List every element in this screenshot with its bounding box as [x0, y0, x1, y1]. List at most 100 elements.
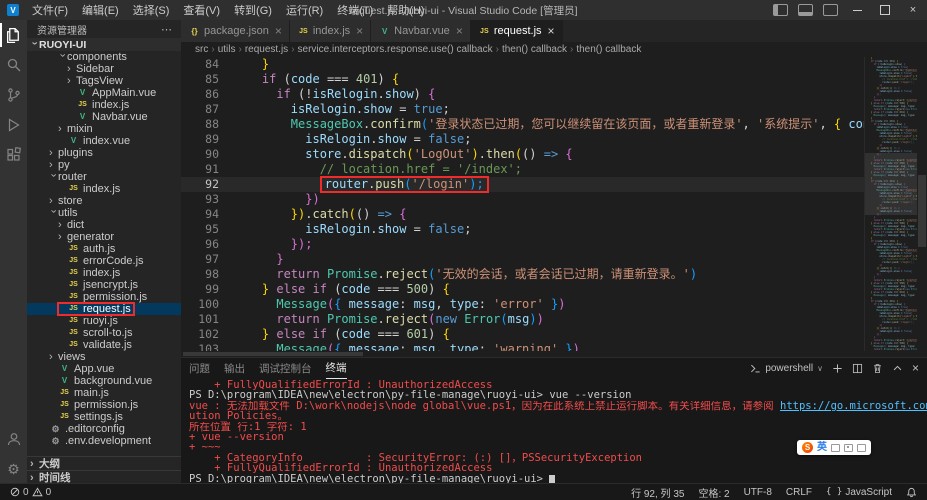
tree-item-dict[interactable]: › dict: [27, 219, 181, 231]
minimize-button[interactable]: [843, 0, 871, 20]
tree-item-validate-js[interactable]: JS validate.js: [27, 339, 181, 351]
code-line-88[interactable]: 88 MessageBox.confirm('登录状态已过期，您可以继续留在该页…: [181, 117, 865, 132]
terminal-output[interactable]: + FullyQualifiedErrorId : UnauthorizedAc…: [181, 378, 927, 484]
tab-index-js[interactable]: JS index.js ×: [289, 20, 372, 42]
tree-item-main-js[interactable]: JS main.js: [27, 387, 181, 399]
breadcrumb-item[interactable]: request.js: [245, 44, 288, 55]
maximize-button[interactable]: [871, 0, 899, 20]
tree-item-mixin[interactable]: › mixin: [27, 123, 181, 135]
breadcrumb-item[interactable]: service.interceptors.response.use() call…: [298, 44, 493, 55]
code-line-87[interactable]: 87 isRelogin.show = true;: [181, 102, 865, 117]
tree-item-jsencrypt-js[interactable]: JS jsencrypt.js: [27, 279, 181, 291]
horizontal-scrollbar[interactable]: [181, 351, 865, 357]
ime-toolbar[interactable]: S 英: [797, 440, 871, 455]
ime-keyboard-icon[interactable]: [831, 443, 840, 452]
menu-help[interactable]: 帮助(H): [380, 0, 431, 20]
tree-item-ruoyi-js[interactable]: JS ruoyi.js: [27, 315, 181, 327]
ime-tool-icon[interactable]: [844, 443, 853, 452]
tree-item-editorconfig[interactable]: ⚙ .editorconfig: [27, 423, 181, 435]
tree-item-errorcode-js[interactable]: JS errorCode.js: [27, 255, 181, 267]
code-line-86[interactable]: 86 if (!isRelogin.show) {: [181, 87, 865, 102]
tree-item-app-vue[interactable]: V App.vue: [27, 363, 181, 375]
customize-layout-icon[interactable]: [823, 4, 838, 16]
ime-logo-icon[interactable]: S: [802, 442, 813, 453]
eol-indicator[interactable]: CRLF: [786, 487, 812, 498]
encoding-indicator[interactable]: UTF-8: [744, 487, 772, 498]
tree-item-py[interactable]: › py: [27, 159, 181, 171]
tree-item-permission-js[interactable]: JS permission.js: [27, 291, 181, 303]
close-button[interactable]: ×: [899, 0, 927, 20]
menu-selection[interactable]: 选择(S): [126, 0, 177, 20]
tab-navbar-vue[interactable]: V Navbar.vue ×: [371, 20, 471, 42]
tab-request-js[interactable]: JS request.js ×: [470, 20, 563, 42]
menu-edit[interactable]: 编辑(E): [75, 0, 126, 20]
tree-item-auth-js[interactable]: JS auth.js: [27, 243, 181, 255]
close-tab-icon[interactable]: ×: [275, 24, 282, 38]
tree-item-plugins[interactable]: › plugins: [27, 147, 181, 159]
vertical-scrollbar[interactable]: [917, 57, 927, 351]
panel-tab-debug-console[interactable]: 调试控制台: [259, 358, 312, 378]
minimap[interactable]: } if (code === 401) { if (!isRelogin.sho…: [864, 57, 917, 351]
explorer-icon[interactable]: [0, 20, 27, 50]
timeline-section[interactable]: › 时间线: [27, 470, 181, 484]
tree-item-navbar-vue[interactable]: V Navbar.vue: [27, 111, 181, 123]
code-line-84[interactable]: 84 }: [181, 57, 865, 72]
tree-item-index-vue[interactable]: Vindex.vue: [27, 135, 181, 147]
code-line-90[interactable]: 90 store.dispatch('LogOut').then(() => {: [181, 147, 865, 162]
tree-item-settings-js[interactable]: JS settings.js: [27, 411, 181, 423]
code-line-94[interactable]: 94 }).catch(() => {: [181, 207, 865, 222]
tab-package-json[interactable]: {} package.json ×: [181, 20, 290, 42]
source-control-icon[interactable]: [0, 80, 27, 110]
account-icon[interactable]: [0, 424, 27, 454]
tree-item-store[interactable]: › store: [27, 195, 181, 207]
close-tab-icon[interactable]: ×: [548, 24, 555, 38]
outline-section[interactable]: › 大纲: [27, 456, 181, 470]
close-tab-icon[interactable]: ×: [356, 24, 363, 38]
search-icon[interactable]: [0, 50, 27, 80]
maximize-panel-icon[interactable]: [892, 363, 903, 374]
code-line-95[interactable]: 95 isRelogin.show = false;: [181, 222, 865, 237]
explorer-more-actions-icon[interactable]: ⋯: [161, 23, 173, 36]
cursor-position[interactable]: 行 92, 列 35: [631, 485, 684, 500]
indent-setting[interactable]: 空格: 2: [698, 485, 729, 500]
code-line-103[interactable]: 103 Message({ message: msg, type: 'warni…: [181, 342, 865, 351]
problems-indicator[interactable]: 0 0: [10, 487, 51, 498]
breadcrumb-item[interactable]: then() callback: [576, 44, 641, 55]
code-line-100[interactable]: 100 Message({ message: msg, type: 'error…: [181, 297, 865, 312]
menu-go[interactable]: 转到(G): [227, 0, 279, 20]
panel-tab-problems[interactable]: 问题: [189, 358, 210, 378]
tree-item-permission-js[interactable]: JS permission.js: [27, 399, 181, 411]
toggle-panel-icon[interactable]: [798, 4, 813, 16]
code-line-92[interactable]: 92 router.push('/login');: [181, 176, 865, 193]
tree-item-sidebar[interactable]: › Sidebar: [27, 63, 181, 75]
code-line-89[interactable]: 89 isRelogin.show = false;: [181, 132, 865, 147]
code-line-102[interactable]: 102 } else if (code === 601) {: [181, 327, 865, 342]
breadcrumb-item[interactable]: utils: [218, 44, 236, 55]
toggle-sidebar-icon[interactable]: [773, 4, 788, 16]
close-panel-icon[interactable]: ×: [912, 361, 919, 375]
tree-item-router[interactable]: › router: [27, 171, 181, 183]
code-line-93[interactable]: 93 }): [181, 192, 865, 207]
code-line-99[interactable]: 99 } else if (code === 500) {: [181, 282, 865, 297]
tree-item-scroll-to-js[interactable]: JS scroll-to.js: [27, 327, 181, 339]
tree-item-index-js[interactable]: JS index.js: [27, 267, 181, 279]
language-mode[interactable]: { } JavaScript: [826, 487, 892, 498]
tree-item-generator[interactable]: › generator: [27, 231, 181, 243]
tree-item-index-js[interactable]: JS index.js: [27, 183, 181, 195]
menu-view[interactable]: 查看(V): [176, 0, 227, 20]
split-terminal-icon[interactable]: [852, 363, 863, 374]
breadcrumb-item[interactable]: then() callback: [502, 44, 567, 55]
ime-language-indicator[interactable]: 英: [817, 440, 827, 455]
tree-item-utils[interactable]: › utils: [27, 207, 181, 219]
code-line-97[interactable]: 97 }: [181, 252, 865, 267]
new-terminal-icon[interactable]: [832, 363, 843, 374]
tree-item-appmain-vue[interactable]: V AppMain.vue: [27, 87, 181, 99]
code-line-96[interactable]: 96 });: [181, 237, 865, 252]
code-line-101[interactable]: 101 return Promise.reject(new Error(msg)…: [181, 312, 865, 327]
tree-item-index-js[interactable]: JS index.js: [27, 99, 181, 111]
menu-terminal[interactable]: 终端(T): [330, 0, 380, 20]
shell-selector[interactable]: powershell ∨: [750, 363, 823, 374]
panel-tab-output[interactable]: 输出: [224, 358, 245, 378]
menu-run[interactable]: 运行(R): [279, 0, 330, 20]
menu-file[interactable]: 文件(F): [25, 0, 75, 20]
